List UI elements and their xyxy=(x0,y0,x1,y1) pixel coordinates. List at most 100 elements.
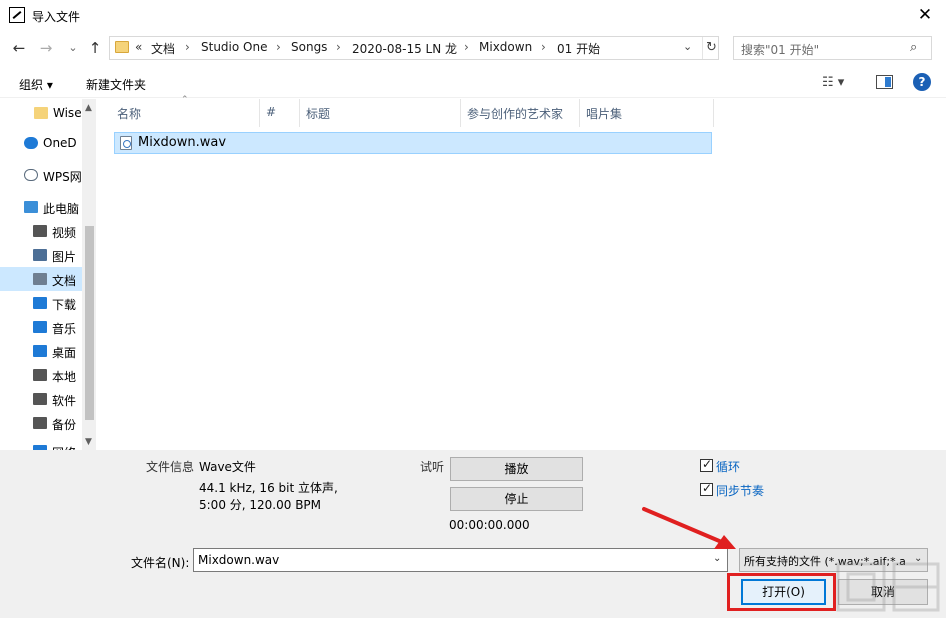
sidebar-item[interactable]: 备份 xyxy=(0,411,82,435)
sidebar-item[interactable]: 桌面 xyxy=(0,339,82,363)
chevron-down-icon[interactable]: ⌄ xyxy=(683,40,692,53)
breadcrumb-item[interactable]: Mixdown xyxy=(479,40,532,54)
cloud-icon xyxy=(24,137,38,149)
sidebar-item[interactable]: 软件 xyxy=(0,387,82,411)
file-row[interactable]: Mixdown.wav xyxy=(114,132,712,154)
sidebar-item-label: 下载 xyxy=(52,298,77,312)
scroll-up-icon[interactable]: ▲ xyxy=(85,103,92,113)
scroll-down-icon[interactable]: ▼ xyxy=(85,437,92,447)
sidebar-item[interactable]: WPS网 xyxy=(0,163,82,187)
audition-label: 试听 xyxy=(420,460,445,474)
new-folder-button[interactable]: 新建文件夹 xyxy=(86,76,146,93)
file-list[interactable]: 名称 ⌃ # 标题 参与创作的艺术家 唱片集 Mixdown.wav xyxy=(98,95,946,450)
breadcrumb-separator[interactable]: › xyxy=(541,40,546,54)
playback-time: 00:00:00.000 xyxy=(449,518,530,532)
title-bar: 导入文件 ✕ xyxy=(0,0,946,31)
column-divider[interactable] xyxy=(299,99,300,127)
sidebar-item-label: 软件 xyxy=(52,394,77,408)
music-icon xyxy=(33,321,47,333)
stop-button[interactable]: 停止 xyxy=(450,487,583,511)
sidebar-item[interactable]: 下载 xyxy=(0,291,82,315)
file-name: Mixdown.wav xyxy=(138,135,227,150)
document-icon xyxy=(33,273,47,285)
drive-icon xyxy=(33,393,47,405)
sidebar-item-label: WPS网 xyxy=(43,170,82,184)
sort-ascending-icon: ⌃ xyxy=(181,95,189,105)
sidebar-item-label: 桌面 xyxy=(52,346,77,360)
column-header-title[interactable]: 标题 xyxy=(306,105,330,122)
column-divider[interactable] xyxy=(713,99,714,127)
column-header-artist[interactable]: 参与创作的艺术家 xyxy=(467,105,563,122)
app-icon xyxy=(9,7,25,23)
search-icon: ⌕ xyxy=(910,40,918,55)
forward-arrow-icon[interactable]: → xyxy=(36,38,56,58)
sidebar-item[interactable]: 音乐 xyxy=(0,315,82,339)
desktop-icon xyxy=(33,345,47,357)
sidebar-item[interactable]: 此电脑 xyxy=(0,195,82,219)
sync-tempo-checkbox[interactable] xyxy=(700,481,713,496)
preview-pane-icon[interactable] xyxy=(876,75,893,89)
column-divider[interactable] xyxy=(259,99,260,127)
sidebar-item-label: 本地 xyxy=(52,370,77,384)
window-title: 导入文件 xyxy=(32,10,81,24)
refresh-icon[interactable]: ↻ xyxy=(702,37,720,59)
view-options-icon[interactable]: ☷ ▾ xyxy=(822,75,844,90)
sidebar-item-label: 文档 xyxy=(52,274,77,288)
sync-tempo-label[interactable]: 同步节奏 xyxy=(716,482,764,499)
sidebar-item[interactable]: 图片 xyxy=(0,243,82,267)
toolbar: 组织 ▾ 新建文件夹 ☷ ▾ ? xyxy=(0,68,946,98)
video-icon xyxy=(33,225,47,237)
filename-label: 文件名(N): xyxy=(131,556,190,570)
play-button[interactable]: 播放 xyxy=(450,457,583,481)
column-divider[interactable] xyxy=(579,99,580,127)
sidebar-item[interactable]: 视频 xyxy=(0,219,82,243)
recent-locations-icon[interactable]: ⌄ xyxy=(63,38,83,58)
breadcrumb-item[interactable]: Songs xyxy=(291,40,327,54)
sidebar-item-label: 音乐 xyxy=(52,322,77,336)
breadcrumb-item[interactable]: 2020-08-15 LN 龙 xyxy=(352,40,457,57)
picture-icon xyxy=(33,249,47,261)
column-header-name[interactable]: 名称 xyxy=(117,105,141,122)
address-bar[interactable]: « 文档 › Studio One › Songs › 2020-08-15 L… xyxy=(109,36,719,60)
file-type: Wave文件 xyxy=(199,460,256,474)
sidebar-item-label: Wise xyxy=(53,106,82,120)
navigation-scroll-thumb[interactable] xyxy=(85,226,94,420)
drive-icon xyxy=(33,417,47,429)
sidebar-item-label: 图片 xyxy=(52,250,77,264)
breadcrumb-separator[interactable]: › xyxy=(464,40,469,54)
sidebar-item[interactable]: Wise xyxy=(0,101,82,125)
download-icon xyxy=(33,297,47,309)
audio-format: 44.1 kHz, 16 bit 立体声, xyxy=(199,481,338,495)
search-input[interactable]: 搜索"01 开始" ⌕ xyxy=(733,36,932,60)
breadcrumb-overflow[interactable]: « xyxy=(135,40,142,54)
breadcrumb-item[interactable]: 文档 xyxy=(151,40,175,57)
sidebar-item-label: 备份 xyxy=(52,418,77,432)
sidebar-item-label: 此电脑 xyxy=(43,202,80,216)
breadcrumb-item[interactable]: Studio One xyxy=(201,40,267,54)
audio-duration: 5:00 分, 120.00 BPM xyxy=(199,498,322,512)
sidebar-item[interactable]: 文档 xyxy=(0,267,82,291)
sidebar-item[interactable]: 本地 xyxy=(0,363,82,387)
breadcrumb-separator[interactable]: › xyxy=(276,40,281,54)
organize-menu-button[interactable]: 组织 ▾ xyxy=(19,76,53,93)
up-folder-icon[interactable]: ↑ xyxy=(85,38,105,58)
folder-icon xyxy=(115,41,129,53)
search-placeholder: 搜索"01 开始" xyxy=(741,43,820,57)
sidebar-item[interactable]: OneD xyxy=(0,131,82,155)
breadcrumb-item[interactable]: 01 开始 xyxy=(557,40,600,57)
loop-label[interactable]: 循环 xyxy=(716,458,740,475)
highlight-box xyxy=(727,573,836,611)
back-arrow-icon[interactable]: ← xyxy=(9,38,29,58)
breadcrumb-separator[interactable]: › xyxy=(336,40,341,54)
computer-icon xyxy=(24,201,38,213)
cloud-outline-icon xyxy=(24,169,38,181)
close-button[interactable]: ✕ xyxy=(904,0,946,31)
column-divider[interactable] xyxy=(460,99,461,127)
help-icon[interactable]: ? xyxy=(913,73,931,91)
sidebar-item[interactable]: 网络 xyxy=(0,439,82,450)
column-header-album[interactable]: 唱片集 xyxy=(586,105,622,122)
sidebar-item-label: OneD xyxy=(43,136,77,150)
breadcrumb-separator[interactable]: › xyxy=(185,40,190,54)
column-header-number[interactable]: # xyxy=(266,105,276,119)
loop-checkbox[interactable] xyxy=(700,457,713,472)
